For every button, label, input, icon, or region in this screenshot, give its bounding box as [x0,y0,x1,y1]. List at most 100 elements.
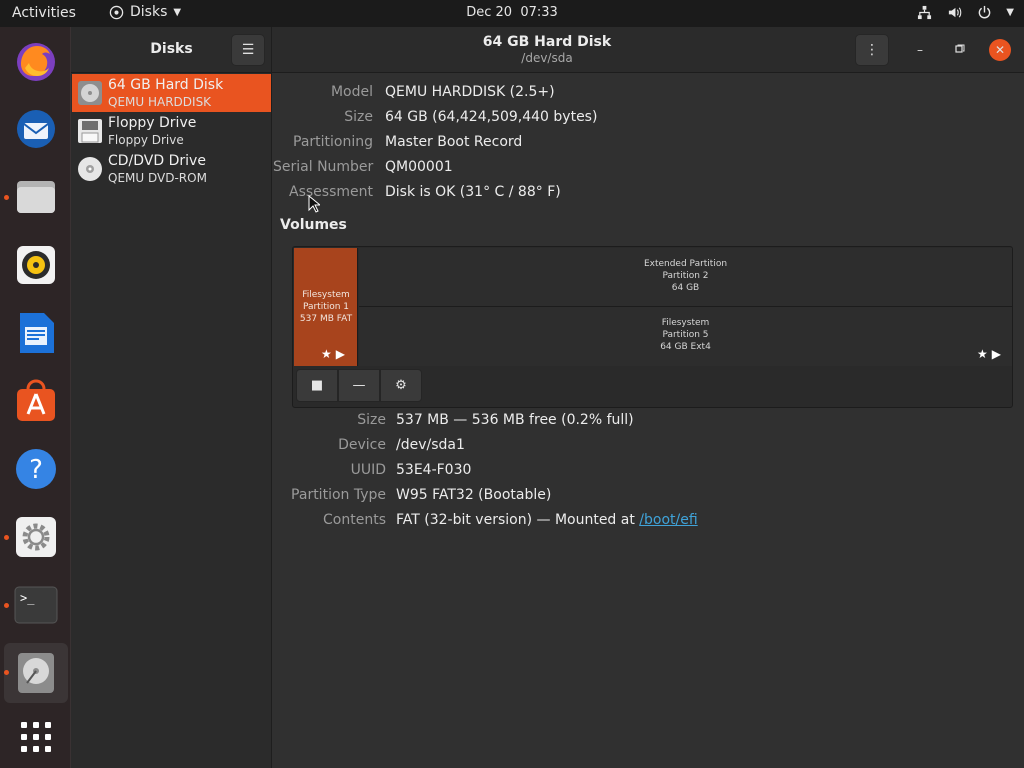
svg-text:>_: >_ [20,591,35,605]
partition-kind: Filesystem [661,318,710,328]
disks-app-icon [108,4,124,20]
app-grid-icon[interactable] [12,713,60,761]
help-icon[interactable]: ? [12,445,60,493]
size-label: Size [344,109,373,125]
files-icon[interactable] [12,173,60,221]
firefox-icon[interactable] [12,37,60,85]
partitioning-label: Partitioning [293,134,373,150]
header-bar: Disks ☰ 64 GB Hard Disk /dev/sda ⋮ – ✕ [71,27,1024,73]
power-icon[interactable] [976,4,992,20]
model-value: QEMU HARDDISK (2.5+) [385,84,555,100]
activities-button[interactable]: Activities [12,5,76,21]
volume-toolbar: ■ — ⚙ [296,369,422,402]
floppy-icon [77,118,103,144]
rhythmbox-icon[interactable] [12,241,60,289]
window-title: 64 GB Hard Disk /dev/sda [272,34,822,65]
app-menu-label: Disks [130,4,168,20]
device-name: 64 GB Hard Disk [108,77,224,93]
partition-size: 64 GB [671,283,700,293]
app-menu[interactable]: Disks ▼ [108,4,181,20]
settings-icon[interactable] [12,513,60,561]
dock: ? >_ [0,27,71,768]
drive-details: Model QEMU HARDDISK (2.5+) Size 64 GB (6… [273,73,1024,768]
size-value: 64 GB (64,424,509,440 bytes) [385,109,598,125]
clock-date: Dec 20 [466,5,513,20]
chevron-down-icon: ▼ [173,6,182,18]
partition-size-value: 537 MB — 536 MB free (0.2% full) [396,412,634,428]
mounted-play-icon: ▶ [335,347,345,361]
kebab-menu-icon: ⋮ [865,42,879,58]
model-label: Model [330,84,373,100]
top-bar: Activities Disks ▼ Dec 20 07:33 ▼ [0,0,1024,27]
device-model: QEMU DVD-ROM [108,171,207,185]
running-indicator [4,195,9,200]
device-item-floppy[interactable]: Floppy Drive Floppy Drive [72,112,271,150]
partition-number: Partition 5 [662,330,709,340]
partition-number: Partition 1 [302,302,350,312]
hamburger-icon: ☰ [241,42,255,58]
optical-disc-icon [77,156,103,182]
gears-icon: ⚙ [395,378,407,393]
device-item-optical[interactable]: CD/DVD Drive QEMU DVD-ROM [72,150,271,188]
device-label: Device [338,437,386,453]
assessment-value: Disk is OK (31° C / 88° F) [385,184,561,200]
partition-5-block[interactable]: Filesystem Partition 5 64 GB Ext4 ★ ▶ [359,307,1012,366]
disk-title: 64 GB Hard Disk [482,34,612,50]
device-name: Floppy Drive [108,115,197,131]
uuid-label: UUID [350,462,386,478]
device-value: /dev/sda1 [396,437,465,453]
disks-window: Disks ☰ 64 GB Hard Disk /dev/sda ⋮ – ✕ 6… [71,27,1024,768]
thunderbird-icon[interactable] [12,105,60,153]
partition-kind: Filesystem [302,290,350,300]
drive-menu-button[interactable]: ⋮ [855,34,889,66]
device-list: 64 GB Hard Disk QEMU HARDDISK Floppy Dri… [71,73,272,768]
delete-partition-button[interactable]: — [338,369,380,402]
partitioning-value: Master Boot Record [385,134,523,150]
star-icon: ★ [321,347,332,361]
partition-number: Partition 2 [662,271,709,281]
contents-label: Contents [323,512,386,528]
network-icon[interactable] [916,4,932,20]
extended-partition-block[interactable]: Extended Partition Partition 2 64 GB [359,248,1012,307]
volumes-title: Volumes [280,217,347,233]
sidebar-header: Disks ☰ [71,27,272,73]
unmount-button[interactable]: ■ [296,369,338,402]
maximize-icon [955,43,965,57]
partition-size: 537 MB FAT [299,314,353,324]
running-indicator [4,603,9,608]
device-name: CD/DVD Drive [108,153,206,169]
close-icon: ✕ [994,43,1006,57]
partition-1-block[interactable]: Filesystem Partition 1 537 MB FAT ★ ▶ [294,248,358,366]
partition-size: 64 GB Ext4 [660,342,711,352]
minimize-button[interactable]: – [909,39,931,61]
partition-type-label: Partition Type [291,487,386,503]
software-icon[interactable] [12,377,60,425]
running-indicator [4,535,9,540]
clock-time: 07:33 [520,5,558,20]
chevron-down-icon[interactable]: ▼ [1006,7,1014,18]
device-model: QEMU HARDDISK [108,95,212,109]
uuid-value: 53E4-F030 [396,462,472,478]
star-icon: ★ [977,347,988,361]
mount-point-link[interactable]: /boot/efi [639,512,697,528]
maximize-button[interactable] [949,39,971,61]
serial-value: QM00001 [385,159,453,175]
volume-icon[interactable] [946,4,962,20]
partition-type-value: W95 FAT32 (Bootable) [396,487,552,503]
close-button[interactable]: ✕ [989,39,1011,61]
device-item-hard-disk[interactable]: 64 GB Hard Disk QEMU HARDDISK [72,74,271,112]
partition-options-button[interactable]: ⚙ [380,369,422,402]
running-indicator [4,670,9,675]
disks-icon[interactable] [12,649,60,697]
minimize-icon: – [917,43,923,57]
disk-subtitle: /dev/sda [521,51,573,65]
system-tray[interactable]: ▼ [916,4,1014,20]
terminal-icon[interactable]: >_ [12,581,60,629]
writer-icon[interactable] [12,309,60,357]
hamburger-menu-button[interactable]: ☰ [231,34,265,66]
hard-disk-icon [77,80,103,106]
device-model: Floppy Drive [108,133,184,147]
serial-label: Serial Number [273,159,374,175]
clock-button[interactable]: Dec 20 07:33 [466,5,558,20]
mounted-play-icon: ▶ [991,347,1001,361]
